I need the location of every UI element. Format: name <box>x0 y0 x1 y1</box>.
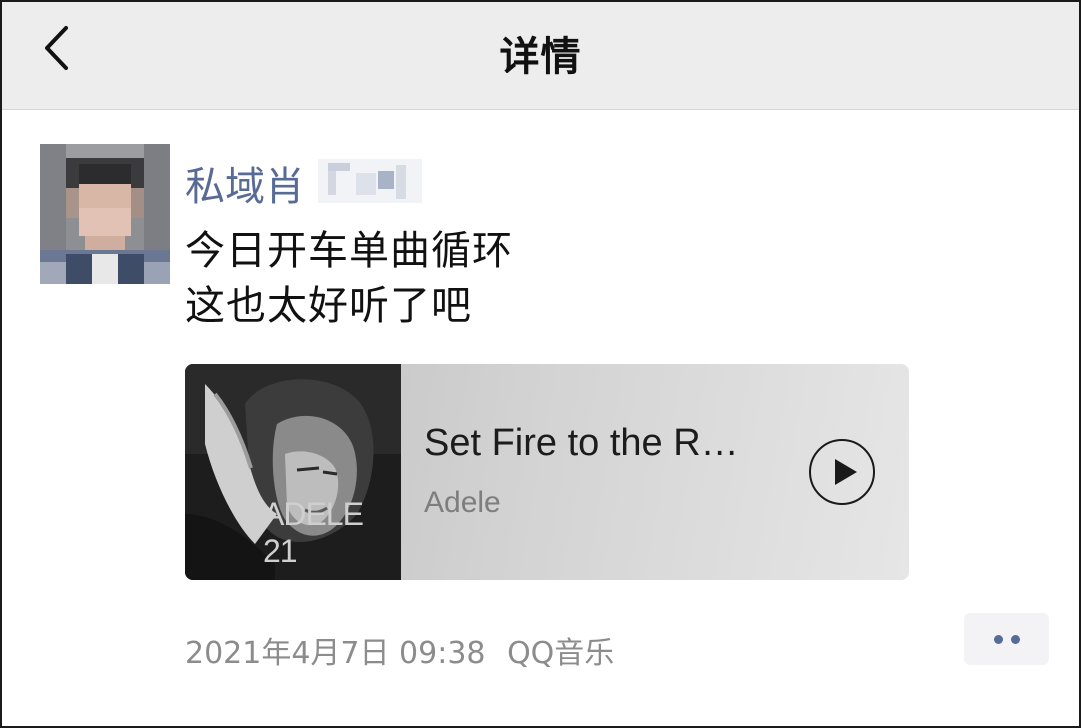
page-title: 详情 <box>499 34 582 80</box>
more-actions-button[interactable] <box>964 613 1049 665</box>
play-icon <box>835 459 857 485</box>
post-timestamp: 2021年4月7日 09:38 <box>185 636 486 671</box>
username-redacted-block <box>318 159 422 203</box>
play-button[interactable] <box>809 439 875 505</box>
post-text-line: 这也太好听了吧 <box>185 283 472 329</box>
more-dots-icon <box>993 634 1003 644</box>
avatar-image <box>40 144 170 284</box>
nav-bar: 详情 <box>2 2 1079 110</box>
avatar[interactable] <box>40 144 170 284</box>
more-dots-icon <box>1010 634 1020 644</box>
song-artist: Adele <box>424 486 501 519</box>
moment-detail-screen: 详情 私域肖 今日开车单曲循环 这也太好听了吧 ADELE 21 Set Fir… <box>0 0 1081 728</box>
post-meta: 2021年4月7日 09:38 QQ音乐 <box>185 628 626 672</box>
album-cover-text: ADELE 21 <box>263 496 364 569</box>
music-card[interactable]: ADELE 21 Set Fire to the R… Adele <box>185 364 909 580</box>
post-text: 今日开车单曲循环 这也太好听了吧 <box>185 224 1005 334</box>
username[interactable]: 私域肖 <box>185 154 305 210</box>
song-title: Set Fire to the R… <box>424 422 739 464</box>
post-text-line: 今日开车单曲循环 <box>185 228 513 274</box>
post-source: QQ音乐 <box>507 636 615 671</box>
album-cover: ADELE 21 <box>185 364 401 580</box>
